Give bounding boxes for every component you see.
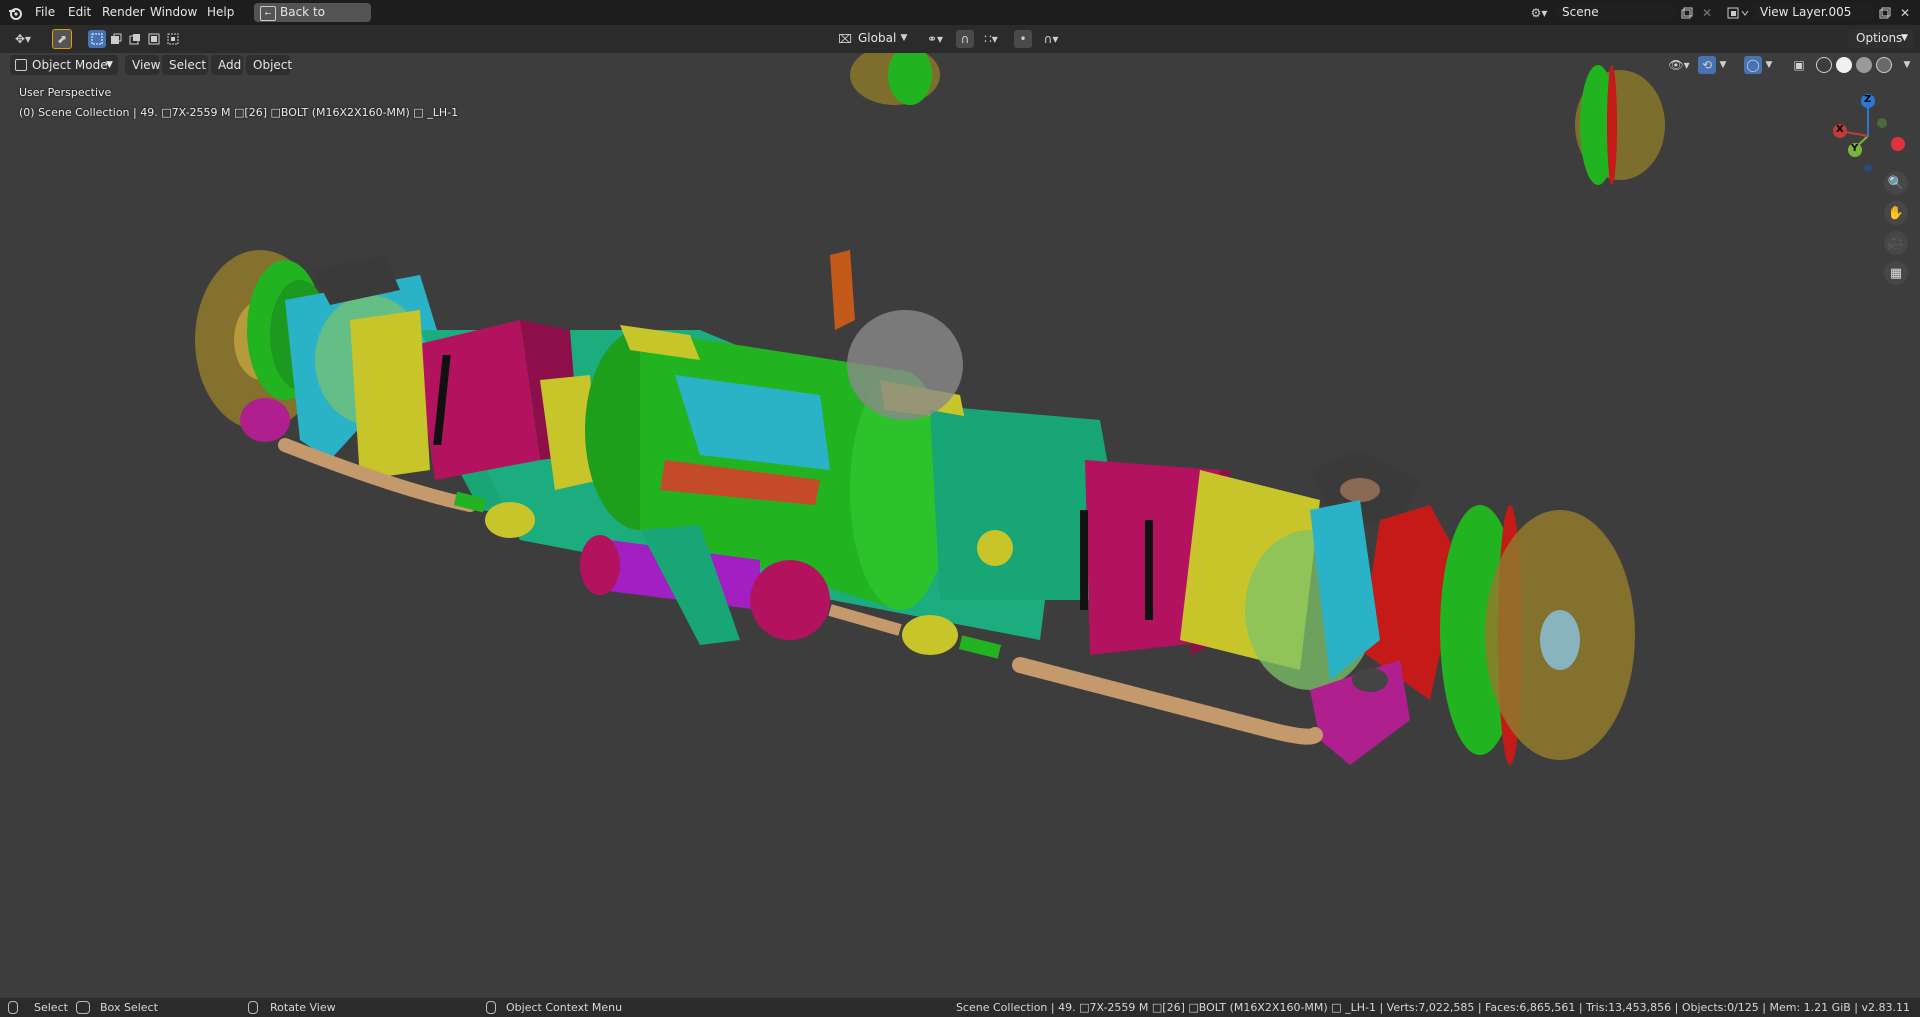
back-icon: ← [260, 6, 276, 21]
top-menubar: File Edit Render Window Help ← Back to P… [0, 0, 1920, 38]
scene-name-field[interactable]: Scene [1556, 3, 1676, 21]
status-context-menu: Object Context Menu [506, 1001, 623, 1014]
select-mode-extend-icon[interactable] [107, 30, 125, 48]
object-mode-label: Object Mode [32, 58, 108, 72]
status-box-select: Box Select [100, 1001, 158, 1014]
navigation-gizmo[interactable]: Z Y X [1820, 88, 1910, 178]
proportional-falloff-icon[interactable]: ∩▾ [1036, 30, 1066, 48]
material-icon[interactable] [1856, 57, 1872, 73]
status-bar: Select Box Select Rotate View Object Con… [0, 998, 1920, 1017]
menu-render[interactable]: Render [97, 4, 150, 21]
camera-icon[interactable]: 🎥 [1884, 231, 1908, 255]
menu-object[interactable]: Object [246, 55, 292, 75]
proportional-icon[interactable]: • [1014, 30, 1032, 48]
solid-icon[interactable] [1836, 57, 1852, 73]
select-mode-new-icon[interactable] [88, 30, 106, 48]
chevron-down-icon: ▼ [900, 33, 908, 43]
gizmo-x-label: X [1836, 124, 1844, 135]
grid-icon[interactable]: ▦ [1884, 261, 1908, 285]
visibility-icon[interactable]: 👁▾ [1664, 56, 1694, 74]
gizmo-z-label: Z [1864, 94, 1872, 105]
status-scene-stats: Scene Collection | 49. □7X-2559 M □[26] … [955, 1001, 1910, 1014]
overlay-dropdown-icon[interactable]: ▼ [1762, 56, 1776, 74]
editor-type-icon[interactable]: ✥▾ [8, 30, 38, 48]
mouse-right-icon [486, 1001, 496, 1014]
back-to-previous-button[interactable]: ← Back to Previous [254, 3, 371, 38]
mouse-left-icon [8, 1001, 18, 1014]
mouse-middle-icon [248, 1001, 258, 1014]
tool-settings-bar: ✥▾ ⬈ ⌧ Global ▼ ⚭▾ ∩ ∷▾ • ∩▾ Options ▼ [0, 25, 1920, 53]
transform-orientation-dropdown[interactable]: Global [858, 31, 896, 45]
viewport-perspective-label: User Perspective [19, 86, 112, 99]
shading-dropdown-icon[interactable]: ▼ [1900, 56, 1914, 74]
chevron-down-icon: ▼ [106, 60, 113, 70]
object-mode-icon [15, 59, 27, 71]
options-button[interactable]: Options ▼ [1848, 29, 1914, 48]
options-label: Options [1856, 31, 1903, 45]
gizmo-y-label: Y [1851, 143, 1859, 154]
rendered-icon[interactable] [1876, 57, 1892, 73]
shading-mode-group [1814, 56, 1902, 74]
menu-file[interactable]: File [30, 4, 60, 21]
scene-icon[interactable]: ⚙▾ [1524, 4, 1554, 22]
view-layer-field[interactable]: View Layer.005 [1754, 3, 1874, 21]
3d-viewport[interactable]: User Perspective (0) Scene Collection | … [0, 53, 1920, 998]
overlay-icon[interactable]: ◯ [1744, 56, 1762, 74]
object-mode-dropdown[interactable]: Object Mode ▼ [10, 55, 118, 75]
pivot-icon[interactable]: ⚭▾ [920, 30, 950, 48]
snap-icon[interactable]: ∩ [956, 30, 974, 48]
blender-logo-icon[interactable] [6, 4, 24, 22]
select-cursor-icon[interactable]: ⬈ [52, 29, 72, 49]
zoom-icon[interactable]: 🔍 [1884, 171, 1908, 195]
menu-edit[interactable]: Edit [63, 4, 96, 21]
wireframe-icon[interactable] [1816, 57, 1832, 73]
menu-view[interactable]: View [125, 55, 160, 75]
viewport-collection-info: (0) Scene Collection | 49. □7X-2559 M □[… [19, 106, 459, 119]
menu-add[interactable]: Add [211, 55, 243, 75]
menu-select[interactable]: Select [162, 55, 208, 75]
snap-target-icon[interactable]: ∷▾ [976, 30, 1006, 48]
assembly-model[interactable] [0, 53, 1920, 998]
select-mode-intersect-icon[interactable] [164, 30, 182, 48]
gizmo-dropdown-icon[interactable]: ▼ [1716, 56, 1730, 74]
gizmo-icon[interactable]: ⟲ [1698, 56, 1716, 74]
view-layer-icon[interactable] [1724, 4, 1752, 22]
status-rotate-view: Rotate View [270, 1001, 336, 1014]
copy-icon[interactable] [1678, 4, 1696, 22]
status-select: Select [34, 1001, 68, 1014]
close-icon[interactable]: ✕ [1698, 4, 1716, 22]
menu-window[interactable]: Window [145, 4, 202, 21]
close-icon[interactable]: ✕ [1896, 4, 1914, 22]
xray-icon[interactable]: ▣ [1790, 56, 1808, 74]
copy-icon[interactable] [1876, 4, 1894, 22]
menu-help[interactable]: Help [202, 4, 239, 21]
chevron-down-icon: ▼ [1901, 33, 1908, 43]
transform-orientation-icon[interactable]: ⌧ [836, 30, 854, 48]
select-mode-subtract-icon[interactable] [126, 30, 144, 48]
select-mode-invert-icon[interactable] [145, 30, 163, 48]
viewport-header: Object Mode ▼ View Select Add Object 👁▾ … [0, 53, 1920, 77]
mouse-box-select-icon [76, 1001, 90, 1014]
pan-icon[interactable]: ✋ [1884, 201, 1908, 225]
